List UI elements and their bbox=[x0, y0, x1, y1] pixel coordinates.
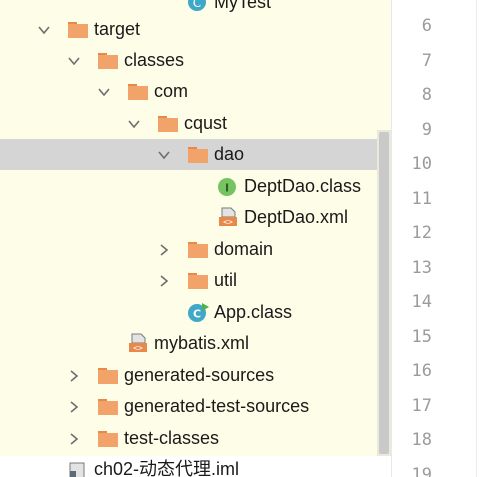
tree-item-label: mybatis.xml bbox=[154, 333, 250, 353]
line-number: 16 bbox=[411, 361, 432, 381]
tree-item-dao[interactable]: dao bbox=[0, 139, 391, 170]
folder-icon bbox=[157, 114, 179, 134]
folder-icon bbox=[97, 51, 119, 71]
gutter-separator bbox=[476, 0, 477, 477]
line-number: 17 bbox=[411, 396, 432, 416]
tree-item-util[interactable]: util bbox=[0, 265, 391, 296]
chevron-right-icon[interactable] bbox=[157, 243, 171, 257]
folder-icon bbox=[67, 20, 89, 40]
tree-item-label: App.class bbox=[214, 302, 293, 322]
tree-item-label: DeptDao.class bbox=[244, 176, 362, 196]
line-number: 19 bbox=[411, 465, 432, 477]
tree-item-mybatis-xml[interactable]: <> mybatis.xml bbox=[0, 328, 391, 359]
tree-item-label: generated-test-sources bbox=[124, 396, 310, 416]
line-number: 8 bbox=[421, 85, 432, 105]
tree-item-test-classes[interactable]: test-classes bbox=[0, 423, 391, 454]
svg-text:C: C bbox=[193, 308, 201, 321]
tree-item-label: target bbox=[94, 19, 141, 39]
tree-item-label: com bbox=[154, 81, 189, 101]
line-number: 18 bbox=[411, 430, 432, 450]
tree-item-label: dao bbox=[214, 144, 245, 164]
scrollbar-thumb[interactable] bbox=[379, 132, 389, 454]
line-number: 10 bbox=[411, 154, 432, 174]
svg-text:I: I bbox=[225, 182, 229, 195]
folder-icon bbox=[127, 82, 149, 102]
folder-icon bbox=[97, 429, 119, 449]
line-number: 11 bbox=[411, 189, 432, 209]
chevron-right-icon[interactable] bbox=[67, 432, 81, 446]
tree-item-deptdao-xml[interactable]: <> DeptDao.xml bbox=[0, 202, 391, 233]
chevron-right-icon[interactable] bbox=[67, 369, 81, 383]
chevron-down-icon[interactable] bbox=[67, 54, 81, 68]
line-number: 9 bbox=[421, 120, 432, 140]
iml-file-icon bbox=[67, 460, 89, 477]
svg-text:<>: <> bbox=[133, 344, 143, 353]
tree-item-generated-sources[interactable]: generated-sources bbox=[0, 360, 391, 391]
folder-icon bbox=[187, 240, 209, 260]
xml-file-icon: <> bbox=[217, 207, 239, 227]
interface-class-icon: I bbox=[217, 177, 239, 197]
tree-item-com[interactable]: com bbox=[0, 76, 391, 107]
folder-icon bbox=[187, 145, 209, 165]
editor-line-number-gutter: 6 7 8 9 10 11 12 13 14 15 16 17 18 19 bbox=[392, 0, 481, 477]
tree-item-classes[interactable]: classes bbox=[0, 45, 391, 76]
java-class-icon: C bbox=[187, 303, 209, 323]
svg-text:<>: <> bbox=[223, 218, 233, 227]
tree-item-label: DeptDao.xml bbox=[244, 207, 349, 227]
chevron-right-icon[interactable] bbox=[157, 274, 171, 288]
tree-item-iml-file[interactable]: ch02-动态代理.iml bbox=[0, 454, 391, 477]
tree-item-label: test-classes bbox=[124, 428, 220, 448]
tree-item-deptdao-class[interactable]: I DeptDao.class bbox=[0, 171, 391, 202]
line-number: 15 bbox=[411, 327, 432, 347]
tree-item-label: cqust bbox=[184, 113, 228, 133]
chevron-right-icon[interactable] bbox=[67, 400, 81, 414]
line-number: 6 bbox=[421, 16, 432, 36]
chevron-down-icon[interactable] bbox=[97, 85, 111, 99]
chevron-down-icon[interactable] bbox=[157, 148, 171, 162]
xml-file-icon: <> bbox=[127, 333, 149, 353]
tree-item-generated-test-sources[interactable]: generated-test-sources bbox=[0, 391, 391, 422]
project-tree-panel: C MyTest target classes com cqust dao I … bbox=[0, 0, 391, 477]
line-number: 13 bbox=[411, 258, 432, 278]
tree-item-domain[interactable]: domain bbox=[0, 234, 391, 265]
tree-item-label: util bbox=[214, 270, 238, 290]
chevron-down-icon[interactable] bbox=[37, 23, 51, 37]
java-class-icon: C bbox=[187, 0, 209, 12]
tree-item-app-class[interactable]: C App.class bbox=[0, 297, 391, 328]
chevron-down-icon[interactable] bbox=[127, 117, 141, 131]
svg-text:C: C bbox=[193, 0, 201, 10]
tree-item-label: ch02-动态代理.iml bbox=[94, 459, 240, 477]
folder-icon bbox=[97, 366, 119, 386]
folder-icon bbox=[187, 271, 209, 291]
folder-icon bbox=[97, 397, 119, 417]
line-number: 14 bbox=[411, 292, 432, 312]
line-number: 12 bbox=[411, 223, 432, 243]
tree-item-target[interactable]: target bbox=[0, 14, 391, 45]
tree-item-label: classes bbox=[124, 50, 185, 70]
tree-item-label: generated-sources bbox=[124, 365, 275, 385]
tree-item-cqust[interactable]: cqust bbox=[0, 108, 391, 139]
tree-item-label: domain bbox=[214, 239, 274, 259]
line-number: 7 bbox=[421, 51, 432, 71]
